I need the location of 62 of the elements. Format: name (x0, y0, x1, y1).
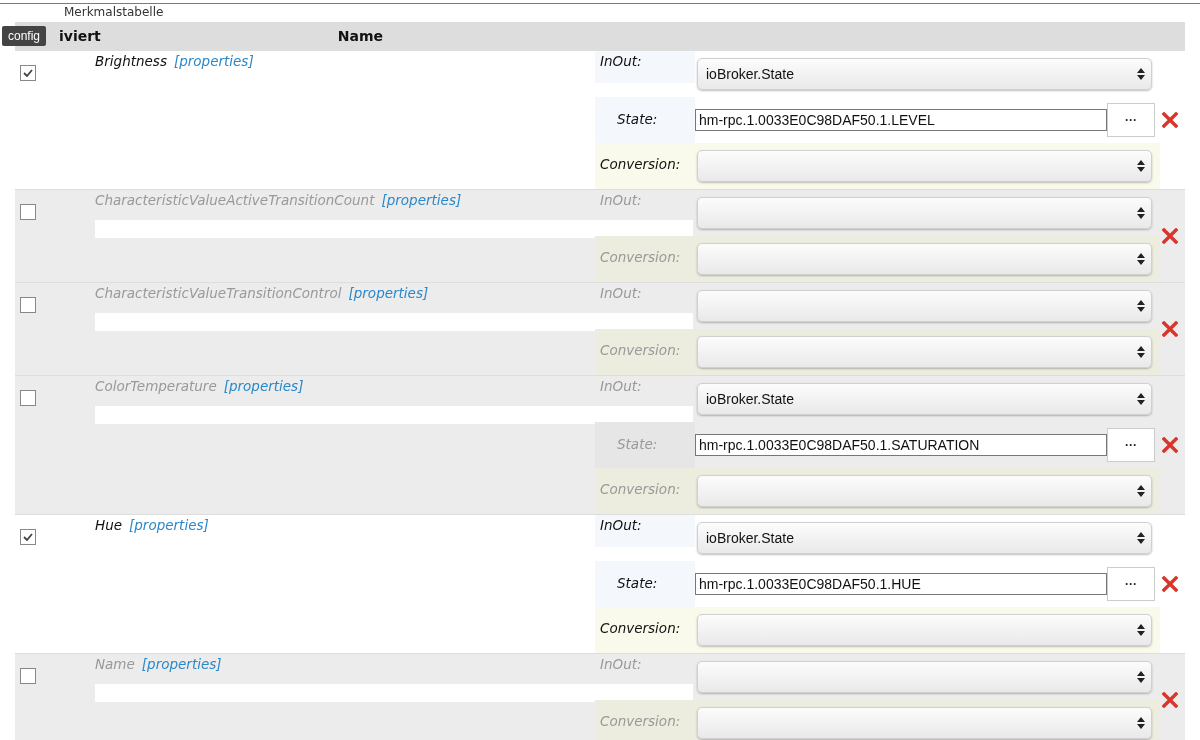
delete-icon[interactable] (1162, 228, 1178, 244)
field-label: Conversion: (600, 249, 681, 265)
double-caret-icon (1137, 253, 1145, 265)
double-caret-icon (1137, 346, 1145, 358)
delete-icon[interactable] (1162, 437, 1178, 453)
checkbox[interactable] (20, 529, 36, 545)
characteristic-name: Hue (95, 517, 122, 533)
field-label: Conversion: (600, 713, 681, 729)
dropdown[interactable]: ioBroker.State (697, 383, 1152, 415)
field-label: Conversion: (600, 342, 681, 358)
checkbox[interactable] (20, 65, 36, 81)
check-icon (23, 533, 33, 541)
characteristic-name: CharacteristicValueActiveTransitionCount (95, 192, 375, 208)
state-field[interactable]: hm-rpc.1.0033E0C98DAF50.1.HUE (695, 573, 1107, 595)
delete-icon[interactable] (1162, 112, 1178, 128)
characteristic-name: ColorTemperature (95, 378, 217, 394)
field-label: Conversion: (600, 156, 681, 172)
field-label: State: (617, 111, 658, 127)
dropdown[interactable]: ioBroker.State (697, 522, 1152, 554)
delete-icon[interactable] (1162, 576, 1178, 592)
field-label: InOut: (600, 378, 642, 394)
checkbox[interactable] (20, 297, 36, 313)
field-label: InOut: (600, 517, 642, 533)
field-label: Conversion: (600, 481, 681, 497)
double-caret-icon (1137, 160, 1145, 172)
delete-icon[interactable] (1162, 321, 1178, 337)
field-label: InOut: (600, 53, 642, 69)
checkbox[interactable] (20, 390, 36, 406)
double-caret-icon (1137, 717, 1145, 729)
double-caret-icon (1137, 485, 1145, 497)
delete-icon[interactable] (1162, 692, 1178, 708)
double-caret-icon (1137, 624, 1145, 636)
characteristic-name: Brightness (95, 53, 167, 69)
characteristic-name: Name (95, 656, 135, 672)
double-caret-icon (1137, 300, 1145, 312)
state-field[interactable]: hm-rpc.1.0033E0C98DAF50.1.LEVEL (695, 109, 1107, 131)
field-label: InOut: (600, 192, 642, 208)
check-icon (23, 69, 33, 77)
tooltip: config (2, 26, 47, 46)
dropdown[interactable]: ioBroker.State (697, 58, 1152, 90)
field-label: State: (617, 436, 658, 452)
double-caret-icon (1137, 207, 1145, 219)
checkbox[interactable] (20, 668, 36, 684)
column-header: Name (337, 28, 384, 44)
characteristic-name: CharacteristicValueTransitionControl (95, 285, 342, 301)
double-caret-icon (1137, 68, 1145, 80)
state-field[interactable]: hm-rpc.1.0033E0C98DAF50.1.SATURATION (695, 434, 1107, 456)
field-label: Conversion: (600, 620, 681, 636)
properties-link[interactable]: [properties] (129, 517, 209, 533)
double-caret-icon (1137, 671, 1145, 683)
section-title: Merkmalstabelle (63, 4, 165, 21)
browse-button[interactable]: ··· (1107, 428, 1155, 462)
double-caret-icon (1137, 532, 1145, 544)
field-label: InOut: (600, 656, 642, 672)
properties-link[interactable]: [properties] (173, 53, 254, 69)
column-header: iviert (59, 28, 101, 44)
double-caret-icon (1137, 393, 1145, 405)
field-label: InOut: (600, 285, 642, 301)
field-label: State: (617, 575, 658, 591)
checkbox[interactable] (20, 204, 36, 220)
browse-button[interactable]: ··· (1107, 567, 1155, 601)
browse-button[interactable]: ··· (1107, 103, 1155, 137)
